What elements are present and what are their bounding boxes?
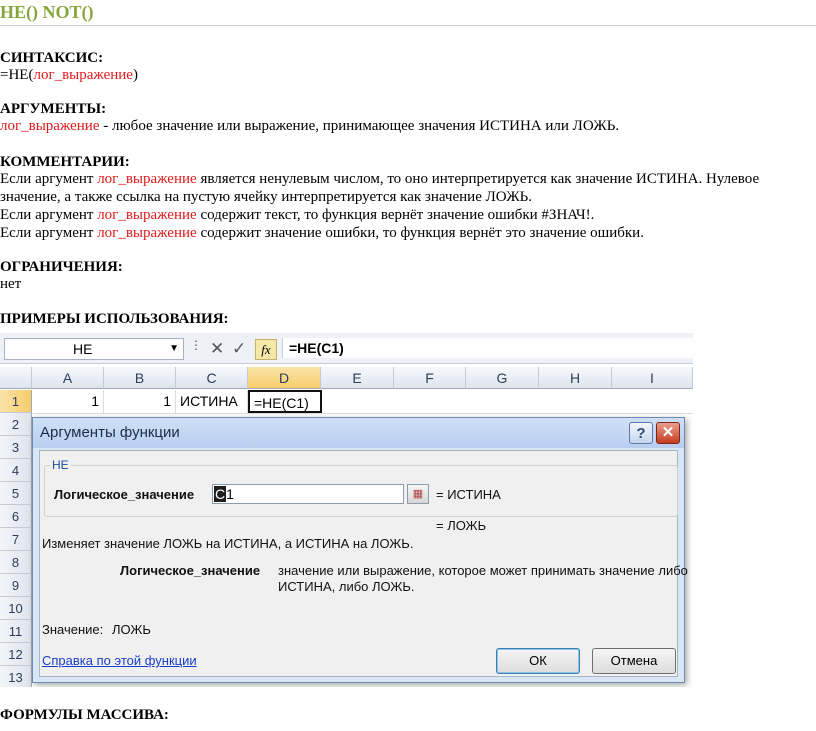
cancel-icon[interactable]: ✕ <box>210 339 224 359</box>
args-text: - любое значение или выражение, принимаю… <box>99 118 620 134</box>
comment-line-2: Если аргумент лог_выражение содержит тек… <box>0 207 594 224</box>
function-description: Изменяет значение ЛОЖЬ на ИСТИНА, а ИСТИ… <box>42 536 414 551</box>
insert-function-icon[interactable]: fx <box>255 339 277 360</box>
help-link[interactable]: Справка по этой функции <box>42 653 197 668</box>
row-header[interactable]: 5 <box>0 482 32 505</box>
argument-label: Логическое_значение <box>54 487 195 502</box>
excel-screenshot: НЕ ▼ ⋮ ✕ ✓ fx =НЕ(C1) A B C D E F G H I … <box>0 333 693 687</box>
limits-heading: ОГРАНИЧЕНИЯ: <box>0 259 123 275</box>
comment-3-a: Если аргумент <box>0 225 98 241</box>
row-header[interactable]: 11 <box>0 620 32 643</box>
cancel-button[interactable]: Отмена <box>592 648 676 674</box>
argument-selected-text: C <box>214 486 227 502</box>
close-icon[interactable]: ✕ <box>656 422 680 444</box>
row-header[interactable]: 6 <box>0 505 32 528</box>
comment-3-arg: лог_выражение <box>97 225 197 241</box>
name-box-value: НЕ <box>73 341 93 357</box>
column-header[interactable]: I <box>612 367 693 389</box>
comment-line-1-cont: значение, а также ссылка на пустую ячейк… <box>0 189 533 205</box>
cell-c1[interactable]: ИСТИНА <box>176 390 248 413</box>
gridline <box>32 413 693 414</box>
grip-icon: ⋮ <box>190 338 202 352</box>
row-header[interactable]: 2 <box>0 413 32 436</box>
cell-a1[interactable]: 1 <box>32 390 104 413</box>
name-box[interactable]: НЕ ▼ <box>4 338 184 360</box>
help-icon[interactable]: ? <box>629 422 653 444</box>
title-divider <box>0 25 816 26</box>
comment-2-arg: лог_выражение <box>97 207 197 223</box>
argument-description-line-1: значение или выражение, которое может пр… <box>278 563 688 578</box>
args-line: лог_выражение - любое значение или выраж… <box>0 118 619 135</box>
chevron-down-icon[interactable]: ▼ <box>169 339 179 359</box>
comment-line-3: Если аргумент лог_выражение содержит зна… <box>0 225 644 242</box>
column-header[interactable]: C <box>176 367 248 389</box>
syntax-line: =НЕ(лог_выражение) <box>0 67 138 84</box>
row-header[interactable]: 8 <box>0 551 32 574</box>
column-header[interactable]: F <box>394 367 466 389</box>
syntax-suffix: ) <box>132 67 138 83</box>
formula-bar: НЕ ▼ ⋮ ✕ ✓ fx =НЕ(C1) <box>0 333 693 364</box>
dialog-title[interactable]: Аргументы функции <box>33 418 684 448</box>
group-label: НЕ <box>50 458 71 472</box>
argument-input[interactable]: C1 <box>212 484 404 504</box>
select-all-corner[interactable] <box>0 367 32 389</box>
comment-line-1: Если аргумент лог_выражение является нен… <box>0 171 759 188</box>
argument-description-label: Логическое_значение <box>120 563 261 578</box>
row-header[interactable]: 3 <box>0 436 32 459</box>
collapse-dialog-icon[interactable]: ▦ <box>407 484 429 504</box>
cell-b1[interactable]: 1 <box>104 390 176 413</box>
row-header[interactable]: 7 <box>0 528 32 551</box>
column-header[interactable]: B <box>104 367 176 389</box>
comment-1-b: является ненулевым числом, то оно интерп… <box>196 171 760 187</box>
argument-result: = ИСТИНА <box>436 487 501 502</box>
enter-check-icon[interactable]: ✓ <box>232 339 246 359</box>
row-header[interactable]: 9 <box>0 574 32 597</box>
column-header[interactable]: E <box>321 367 394 389</box>
formula-input[interactable]: =НЕ(C1) <box>282 338 693 358</box>
column-header-selected[interactable]: D <box>248 367 321 389</box>
row-header[interactable]: 12 <box>0 643 32 666</box>
comment-2-a: Если аргумент <box>0 207 98 223</box>
row-header[interactable]: 4 <box>0 459 32 482</box>
args-heading: АРГУМЕНТЫ: <box>0 101 107 117</box>
row-header[interactable]: 13 <box>0 666 32 687</box>
page-title: НЕ() NOT() <box>0 2 94 22</box>
column-header[interactable]: A <box>32 367 104 389</box>
column-header[interactable]: G <box>466 367 539 389</box>
function-arguments-dialog: Аргументы функции ? ✕ НЕ Логическое_знач… <box>32 417 688 683</box>
row-header[interactable]: 10 <box>0 597 32 620</box>
cell-d1-active[interactable]: =НЕ(C1) <box>248 390 322 413</box>
syntax-arg: лог_выражение <box>33 67 133 83</box>
ok-button[interactable]: ОК <box>496 648 580 674</box>
argument-rest-text: 1 <box>226 486 234 502</box>
value-text: ЛОЖЬ <box>112 622 151 637</box>
comment-1-arg: лог_выражение <box>97 171 197 187</box>
comment-1-a: Если аргумент <box>0 171 98 187</box>
dialog-body: НЕ Логическое_значение C1 ▦ = ИСТИНА = Л… <box>39 450 688 677</box>
value-label: Значение: <box>42 622 104 637</box>
column-header[interactable]: H <box>539 367 612 389</box>
argument-description-line-2: ИСТИНА, либо ЛОЖЬ. <box>278 579 415 594</box>
args-arg: лог_выражение <box>0 118 100 134</box>
array-formulas-heading: ФОРМУЛЫ МАССИВА: <box>0 707 169 723</box>
syntax-prefix: =НЕ( <box>0 67 34 83</box>
examples-heading: ПРИМЕРЫ ИСПОЛЬЗОВАНИЯ: <box>0 311 229 327</box>
function-result: = ЛОЖЬ <box>436 518 487 533</box>
comment-3-b: содержит значение ошибки, то функция вер… <box>196 225 644 241</box>
comment-2-b: содержит текст, то функция вернёт значен… <box>196 207 595 223</box>
comments-heading: КОММЕНТАРИИ: <box>0 154 130 170</box>
row-header-selected[interactable]: 1 <box>0 390 32 413</box>
syntax-heading: СИНТАКСИС: <box>0 50 104 66</box>
limits-text: нет <box>0 276 22 292</box>
